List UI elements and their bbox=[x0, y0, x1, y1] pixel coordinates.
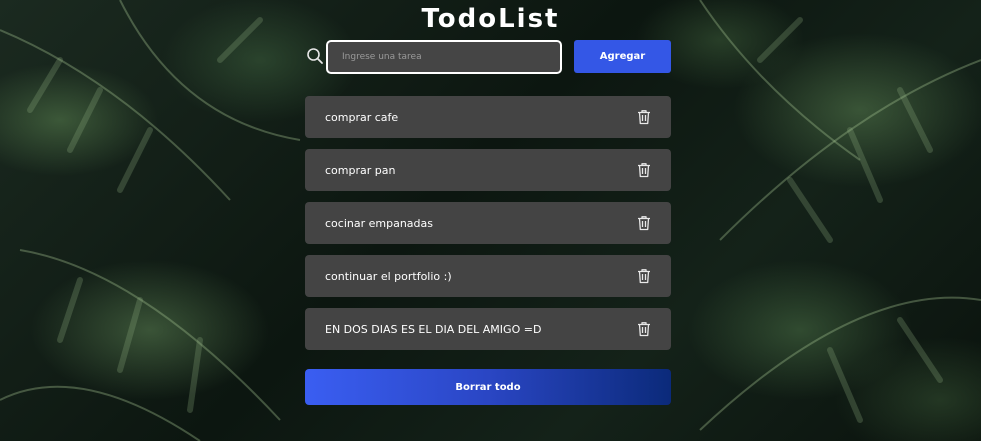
trash-icon[interactable] bbox=[637, 109, 651, 125]
todo-item: comprar pan bbox=[305, 149, 671, 191]
clear-all-button[interactable]: Borrar todo bbox=[305, 369, 671, 405]
app-title: TodoList bbox=[421, 4, 560, 34]
todo-item-text: comprar cafe bbox=[325, 110, 399, 124]
trash-icon[interactable] bbox=[637, 268, 651, 284]
trash-icon[interactable] bbox=[637, 215, 651, 231]
trash-icon[interactable] bbox=[637, 162, 651, 178]
trash-icon[interactable] bbox=[637, 321, 651, 337]
todo-item-text: comprar pan bbox=[325, 163, 396, 177]
search-icon bbox=[306, 47, 324, 65]
task-input[interactable] bbox=[326, 40, 562, 74]
todo-item-text: cocinar empanadas bbox=[325, 216, 433, 230]
todo-list: comprar cafe comprar pan cocinar empanad… bbox=[305, 96, 671, 361]
todo-item: EN DOS DIAS ES EL DIA DEL AMIGO =D bbox=[305, 308, 671, 350]
add-task-button[interactable]: Agregar bbox=[574, 40, 671, 73]
todo-item: comprar cafe bbox=[305, 96, 671, 138]
todo-item-text: EN DOS DIAS ES EL DIA DEL AMIGO =D bbox=[325, 322, 542, 336]
todo-item: continuar el portfolio :) bbox=[305, 255, 671, 297]
todo-item-text: continuar el portfolio :) bbox=[325, 269, 452, 283]
todo-item: cocinar empanadas bbox=[305, 202, 671, 244]
